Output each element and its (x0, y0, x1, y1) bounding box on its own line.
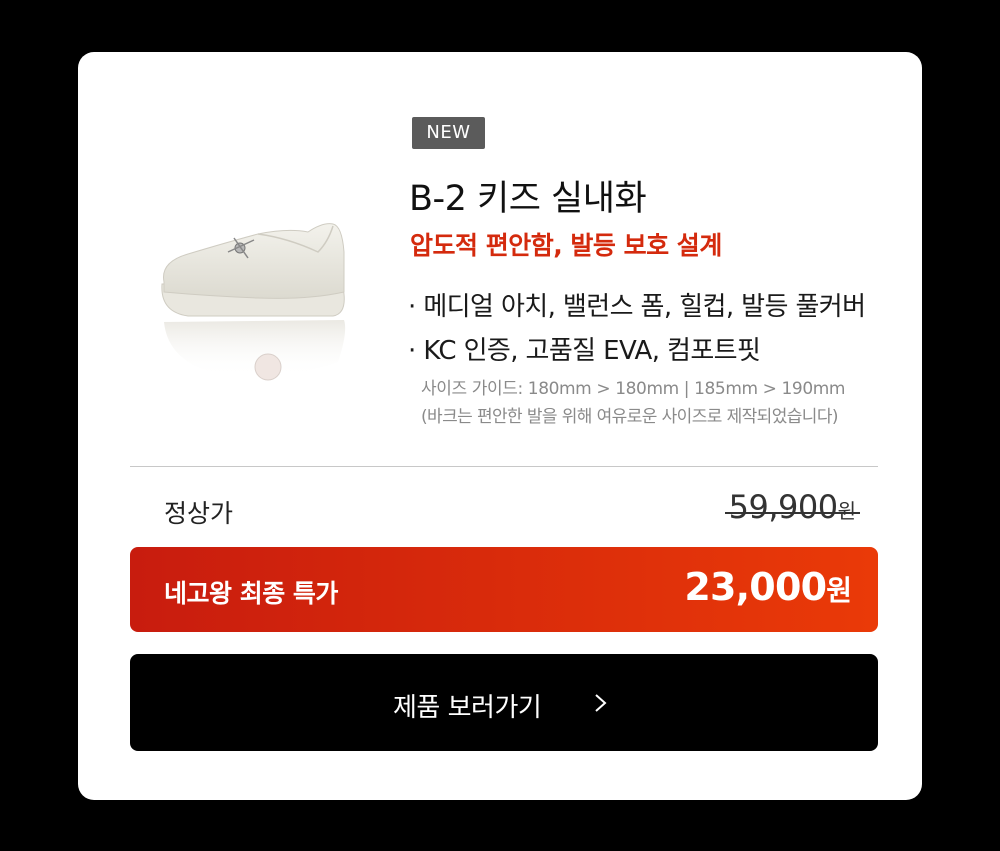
regular-price-label: 정상가 (164, 499, 234, 528)
special-price: 23,000원 (684, 565, 852, 609)
special-price-label: 네고왕 최종 특가 (164, 579, 338, 608)
special-price-unit: 원 (826, 574, 852, 607)
chevron-right-icon (595, 694, 607, 712)
view-product-button[interactable]: 제품 보러가기 (130, 654, 878, 751)
product-title: B-2 키즈 실내화 (409, 179, 647, 219)
shoe-image (161, 223, 346, 381)
feature-item: · KC 인증, 고품질 EVA, 컴포트핏 (408, 336, 761, 366)
product-subtitle: 압도적 편안함, 발등 보호 설계 (410, 231, 722, 260)
size-note: (바크는 편안한 발을 위해 여유로운 사이즈로 제작되었습니다) (421, 407, 838, 427)
size-guide: 사이즈 가이드: 180mm > 180mm | 185mm > 190mm (421, 379, 846, 399)
view-product-label: 제품 보러가기 (393, 693, 542, 723)
new-badge: NEW (412, 117, 485, 149)
regular-price-unit: 원 (837, 499, 856, 523)
special-price-value: 23,000 (684, 565, 827, 609)
divider (130, 466, 878, 467)
strikethrough-line (724, 512, 860, 514)
feature-item: · 메디얼 아치, 밸런스 폼, 힐컵, 발등 풀커버 (408, 292, 866, 322)
special-price-bar: 네고왕 최종 특가 23,000원 (130, 547, 878, 632)
regular-price: 59,900원 (724, 488, 860, 526)
product-card: NEW B-2 키즈 실내화 압도적 편안함, 발등 보호 설계 · 메디얼 아… (78, 52, 922, 800)
regular-price-value: 59,900 (728, 488, 838, 526)
